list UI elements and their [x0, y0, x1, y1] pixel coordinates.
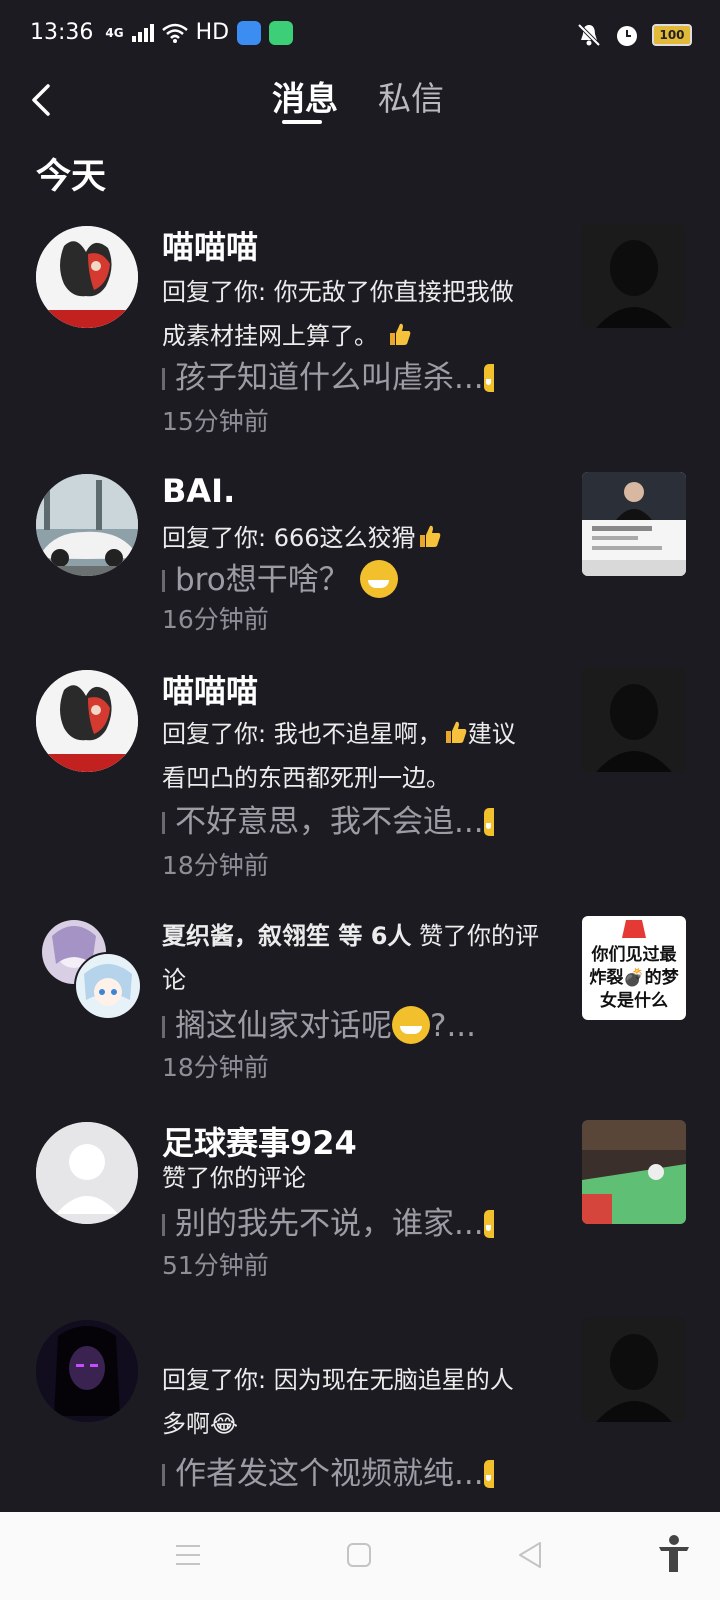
grinning-emoji — [359, 560, 398, 598]
message-text: 夏织酱，叙翎笙 等 6人 赞了你的评论 — [162, 922, 540, 994]
menu-icon[interactable] — [174, 1542, 202, 1568]
video-thumbnail[interactable]: 你们见过最炸裂💣的梦女是什么 — [582, 916, 686, 1020]
header: 消息 私信 — [0, 70, 720, 140]
notification-item[interactable]: 喵喵喵 回复了你: 你无敌了你直接把我做成素材挂网上算了。 孩子知道什么叫虐杀.… — [0, 222, 720, 442]
video-thumbnail[interactable] — [582, 224, 686, 328]
active-tab-indicator — [282, 120, 322, 124]
notification-item[interactable]: 夏织酱，叙翎笙 等 6人 赞了你的评论 搁这仙家对话呢?... 18分钟前 你们… — [0, 914, 720, 1094]
network-label: 4G — [105, 25, 124, 40]
notification-item[interactable]: BAI. 回复了你: 666这么狡猾 bro想干啥？ 16分钟前 — [0, 470, 720, 650]
notification-item[interactable]: 喵喵喵 回复了你: 我也不追星啊， 建议看凹凸的东西都死刑一边。 不好意思，我不会… — [0, 666, 720, 886]
timestamp: 16分钟前 — [162, 605, 269, 634]
alarm-icon — [617, 26, 637, 46]
quoted-comment: 作者发这个视频就纯... — [162, 1448, 522, 1493]
status-bar: 13:36 4G HD 100 — [0, 0, 720, 72]
video-thumbnail[interactable] — [582, 472, 686, 576]
liker-names[interactable]: 夏织酱，叙翎笙 等 6人 — [162, 922, 411, 950]
avatar[interactable] — [36, 226, 138, 328]
sender-name[interactable]: 喵喵喵 — [162, 222, 258, 268]
sender-name[interactable]: 喵喵喵 — [162, 666, 258, 712]
tab-messages[interactable]: 消息 — [272, 72, 338, 120]
app-notification-icon — [237, 20, 262, 45]
avatar[interactable] — [36, 1122, 138, 1224]
message-text: 回复了你: 你无敌了你直接把我做成素材挂网上算了。 — [162, 278, 514, 350]
quoted-comment: bro想干啥？ — [162, 554, 522, 599]
message-text: 回复了你: 因为现在无脑追星的人多啊😂 — [162, 1366, 514, 1438]
grinning-emoji — [392, 1006, 430, 1044]
video-thumbnail[interactable] — [582, 1318, 686, 1422]
section-title-today: 今天 — [36, 157, 107, 197]
wifi-icon — [161, 23, 188, 43]
thumbs-up-emoji — [442, 715, 468, 743]
avatar[interactable] — [36, 670, 138, 772]
notification-item[interactable]: 回复了你: 因为现在无脑追星的人多啊😂 作者发这个视频就纯... — [0, 1316, 720, 1512]
avatar[interactable] — [36, 1320, 138, 1422]
quoted-comment: 搁这仙家对话呢?... — [162, 1000, 522, 1045]
video-thumbnail[interactable] — [582, 1120, 686, 1224]
thumbs-up-emoji — [386, 317, 412, 345]
notification-item[interactable]: 足球赛事924 赞了你的评论 别的我先不说，谁家... 51分钟前 — [0, 1118, 720, 1298]
message-text: 回复了你: 我也不追星啊， 建议看凹凸的东西都死刑一边。 — [162, 712, 532, 800]
signal-icon — [131, 23, 154, 42]
timestamp: 15分钟前 — [162, 407, 269, 436]
avatar[interactable] — [36, 474, 138, 576]
timestamp: 18分钟前 — [162, 1053, 269, 1082]
home-icon[interactable] — [346, 1542, 372, 1568]
system-navigation-bar — [0, 1512, 720, 1600]
video-thumbnail[interactable] — [582, 668, 686, 772]
quoted-comment: 不好意思，我不会追... — [162, 796, 522, 841]
avatar[interactable] — [74, 952, 142, 1020]
hd-label: HD — [195, 20, 230, 45]
stacked-avatars[interactable] — [36, 914, 146, 1024]
tab-private-messages[interactable]: 私信 — [378, 72, 444, 120]
quoted-comment: 孩子知道什么叫虐杀... — [162, 352, 522, 397]
mute-icon — [577, 23, 601, 47]
timestamp: 18分钟前 — [162, 851, 269, 880]
app-notification-icon-2 — [269, 20, 294, 45]
clock: 13:36 — [30, 20, 94, 45]
thumbnail-caption: 你们见过最炸裂💣的梦女是什么 — [589, 945, 679, 1011]
timestamp: 51分钟前 — [162, 1251, 269, 1280]
accessibility-icon[interactable] — [656, 1534, 692, 1574]
back-arrow-icon[interactable] — [22, 78, 68, 124]
quoted-comment: 别的我先不说，谁家... — [162, 1198, 522, 1243]
battery-indicator: 100 — [652, 24, 692, 46]
thumbs-up-emoji — [416, 519, 442, 547]
message-text: 赞了你的评论 — [162, 1164, 306, 1192]
back-icon[interactable] — [516, 1540, 544, 1570]
sender-name[interactable]: BAI. — [162, 472, 235, 510]
